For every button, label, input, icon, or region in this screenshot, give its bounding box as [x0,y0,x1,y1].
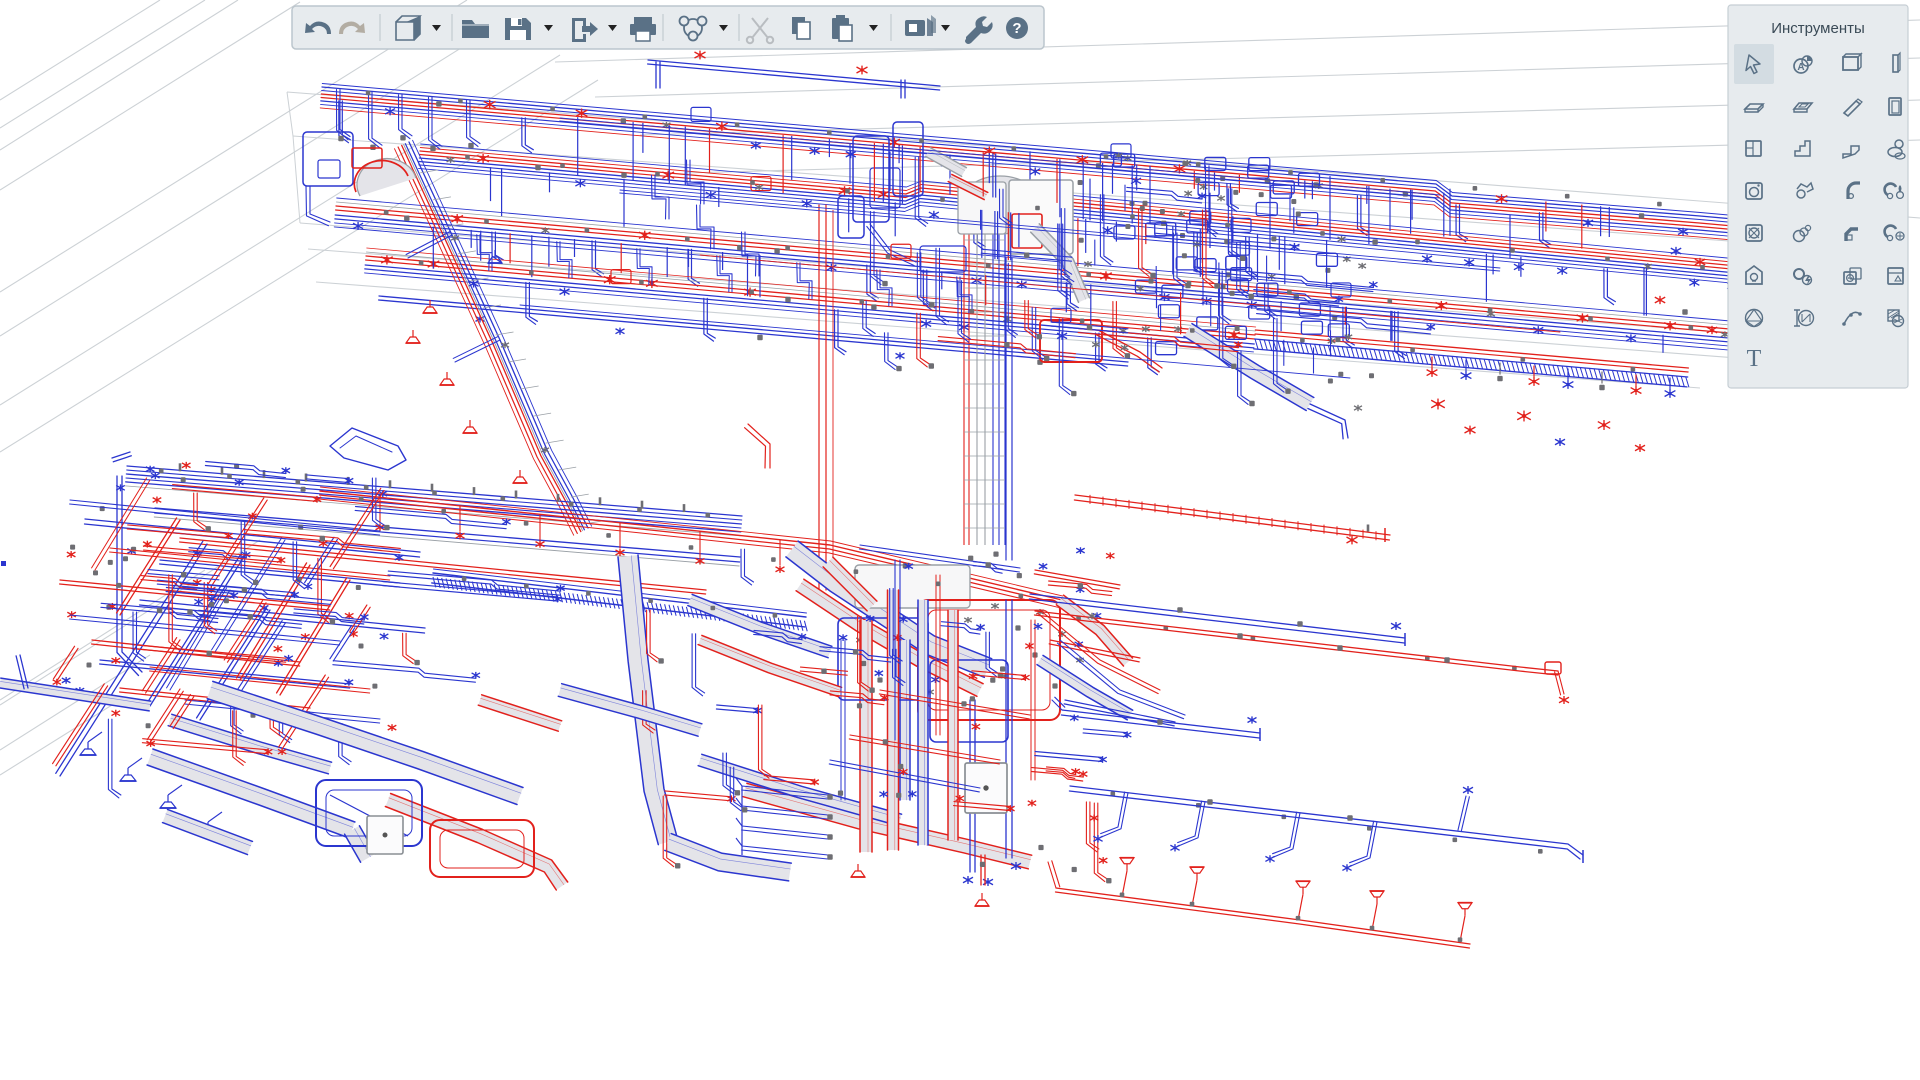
svg-text:T: T [1747,346,1762,372]
svg-text:Инструменты: Инструменты [1771,20,1865,37]
svg-text:?: ? [1012,20,1021,37]
